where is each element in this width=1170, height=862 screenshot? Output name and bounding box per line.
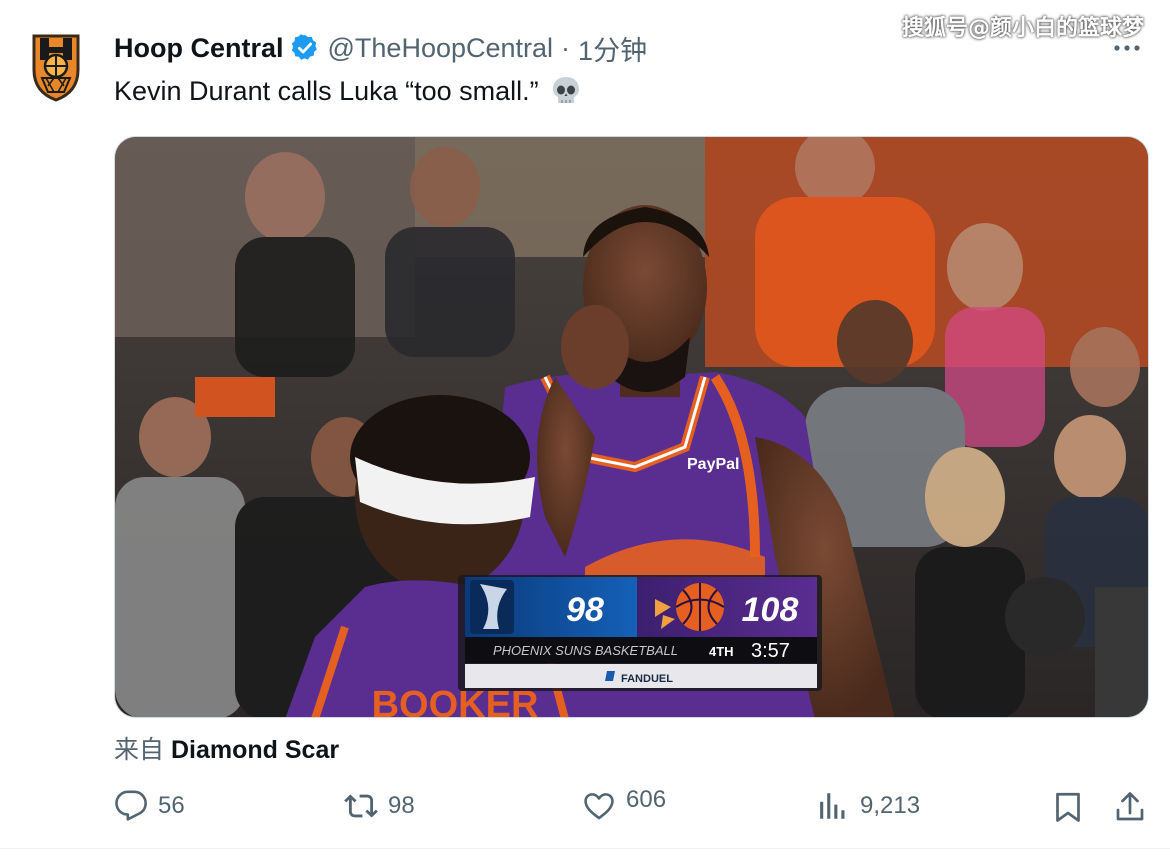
more-options-icon[interactable]: [1110, 38, 1144, 58]
bookmark-icon[interactable]: [1050, 789, 1086, 825]
like-button[interactable]: 606: [582, 778, 666, 822]
reply-button[interactable]: 56: [114, 784, 185, 828]
tweet-text: Kevin Durant calls Luka “too small.”: [114, 74, 583, 108]
author-name[interactable]: Hoop Central: [114, 33, 284, 64]
mavericks-logo-icon: [470, 580, 514, 634]
tweet-actions: 56 98 606 9,213: [114, 784, 1154, 828]
views-chart-icon: [820, 793, 845, 819]
source-attribution[interactable]: 来自 Diamond Scar: [114, 730, 339, 766]
tweet-media-image[interactable]: PayPal BOOKER 98 108 PHOENIX SUNS BASKET…: [114, 136, 1149, 718]
game-clock: 3:57: [751, 640, 790, 662]
tweet-text-content: Kevin Durant calls Luka “too small.”: [114, 75, 539, 106]
skull-emoji-icon: [552, 77, 579, 103]
heart-icon: [584, 793, 614, 820]
tweet-timestamp[interactable]: 1分钟: [578, 29, 647, 68]
repost-button[interactable]: 98: [344, 784, 415, 828]
away-score: 98: [566, 591, 604, 629]
separator-dot: ·: [561, 32, 571, 63]
views-count: 9,213: [860, 792, 921, 819]
home-score: 108: [742, 591, 799, 629]
reply-icon: [115, 790, 147, 821]
share-icon[interactable]: [1112, 789, 1148, 825]
reply-count: 56: [158, 792, 185, 819]
period-label: 4TH: [709, 644, 734, 659]
game-screenshot: PayPal BOOKER 98 108 PHOENIX SUNS BASKET…: [115, 137, 1148, 717]
hoop-central-logo: [32, 34, 80, 102]
verified-badge-icon: [291, 34, 317, 60]
author-handle[interactable]: @TheHoopCentral: [328, 33, 554, 64]
broadcast-label: PHOENIX SUNS BASKETBALL: [493, 643, 678, 658]
watermark: 搜狐号@颜小白的篮球梦: [901, 16, 1144, 41]
tweet-divider: [0, 848, 1170, 849]
like-count: 606: [626, 786, 667, 813]
sponsor-label: FANDUEL: [621, 673, 673, 685]
repost-count: 98: [388, 792, 415, 819]
views-button[interactable]: 9,213: [816, 784, 920, 828]
scorebug: 98 108 PHOENIX SUNS BASKETBALL 4TH 3:57 …: [458, 575, 822, 691]
jersey-sponsor: PayPal: [687, 456, 739, 473]
source-prefix: 来自: [114, 736, 165, 764]
source-name[interactable]: Diamond Scar: [171, 736, 339, 764]
avatar[interactable]: [24, 30, 88, 102]
tweet-header: Hoop Central @TheHoopCentral · 1分钟: [114, 30, 647, 66]
repost-icon: [344, 794, 378, 818]
